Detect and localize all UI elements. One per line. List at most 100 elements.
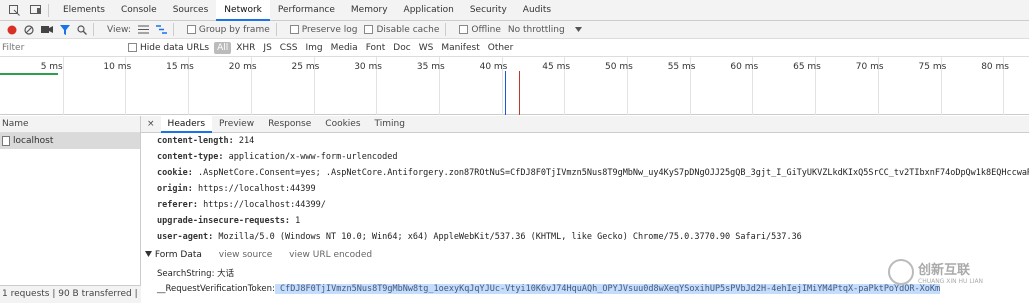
timeline-tick-label: 55 ms bbox=[667, 62, 696, 72]
preserve-log-checkbox[interactable]: Preserve log bbox=[289, 24, 358, 35]
chevron-down-icon bbox=[574, 25, 582, 35]
throttling-select[interactable]: No throttling bbox=[508, 25, 582, 35]
divider bbox=[172, 23, 174, 36]
header-value: .AspNetCore.Consent=yes; .AspNetCore.Ant… bbox=[192, 168, 1029, 178]
filter-type-xhr[interactable]: XHR bbox=[233, 42, 258, 54]
form-field-search: SearchString: 大话 bbox=[157, 267, 234, 279]
view-source-link[interactable]: view source bbox=[219, 250, 272, 260]
timeline-tick-label: 45 ms bbox=[542, 62, 571, 72]
status-bar: 1 requests | 90 B transferred | 38 bbox=[0, 285, 141, 303]
tab-elements[interactable]: Elements bbox=[55, 0, 113, 21]
tab-performance[interactable]: Performance bbox=[270, 0, 343, 21]
tab-audits[interactable]: Audits bbox=[515, 0, 559, 21]
filter-type-manifest[interactable]: Manifest bbox=[438, 42, 482, 54]
filter-type-css[interactable]: CSS bbox=[277, 42, 301, 54]
detail-tab-preview[interactable]: Preview bbox=[212, 116, 261, 133]
detail-tab-response[interactable]: Response bbox=[261, 116, 318, 133]
view-url-encoded-link[interactable]: view URL encoded bbox=[289, 250, 372, 260]
detail-tab-headers[interactable]: Headers bbox=[160, 116, 213, 133]
close-icon[interactable]: × bbox=[141, 119, 161, 129]
header-line: origin: https://localhost:44399 bbox=[157, 184, 316, 194]
tab-memory[interactable]: Memory bbox=[343, 0, 396, 21]
header-value: https://localhost:44399 bbox=[192, 184, 316, 194]
watermark-text: 创新互联 CHUANG XIN HU LIAN bbox=[918, 259, 983, 285]
waterfall-icon[interactable] bbox=[155, 25, 167, 34]
search-icon[interactable] bbox=[77, 24, 87, 35]
checkbox-box[interactable] bbox=[186, 25, 196, 34]
triangle-down-icon bbox=[145, 250, 155, 260]
checkbox-box[interactable] bbox=[459, 25, 469, 34]
filter-type-other[interactable]: Other bbox=[485, 42, 517, 54]
header-line: upgrade-insecure-requests: 1 bbox=[157, 216, 300, 226]
tab-application[interactable]: Application bbox=[396, 0, 462, 21]
filter-type-doc[interactable]: Doc bbox=[390, 42, 413, 54]
filter-input[interactable] bbox=[2, 40, 114, 55]
detail-tab-bar: × Headers Preview Response Cookies Timing bbox=[141, 116, 1029, 133]
filter-type-all[interactable]: All bbox=[214, 41, 232, 54]
divider bbox=[48, 3, 49, 17]
preserve-log-label: Preserve log bbox=[301, 24, 358, 35]
document-icon bbox=[2, 136, 10, 146]
timeline-tick-label: 5 ms bbox=[40, 62, 63, 72]
camera-icon[interactable] bbox=[41, 25, 53, 34]
filter-type-js[interactable]: JS bbox=[260, 42, 274, 54]
form-field-key: __RequestVerificationToken: bbox=[157, 284, 275, 294]
header-line: content-type: application/x-www-form-url… bbox=[157, 152, 398, 162]
detail-tab-timing[interactable]: Timing bbox=[368, 116, 412, 133]
filter-type-img[interactable]: Img bbox=[303, 42, 326, 54]
filter-type-media[interactable]: Media bbox=[328, 42, 361, 54]
view-label: View: bbox=[107, 24, 131, 35]
form-field-token: __RequestVerificationToken: CfDJ8F0TjIVm… bbox=[157, 284, 941, 294]
filter-type-font[interactable]: Font bbox=[363, 42, 389, 54]
header-value: Mozilla/5.0 (Windows NT 10.0; Win64; x64… bbox=[213, 232, 802, 242]
inspect-element-icon[interactable] bbox=[8, 4, 21, 17]
form-data-section-header[interactable]: Form Data view source view URL encoded bbox=[145, 250, 372, 260]
header-key: content-length: bbox=[157, 136, 234, 146]
header-line: referer: https://localhost:44399/ bbox=[157, 200, 326, 210]
timeline-request-bar bbox=[0, 73, 58, 75]
filter-icon[interactable] bbox=[60, 24, 70, 35]
checkbox-box[interactable] bbox=[289, 25, 299, 34]
timeline-tick-label: 65 ms bbox=[793, 62, 821, 72]
timeline-load-marker bbox=[519, 71, 520, 115]
offline-checkbox[interactable]: Offline bbox=[459, 25, 501, 35]
tab-console[interactable]: Console bbox=[113, 0, 165, 21]
header-key: cookie: bbox=[157, 168, 193, 178]
request-name: localhost bbox=[13, 136, 54, 146]
detail-tab-cookies[interactable]: Cookies bbox=[318, 116, 367, 133]
header-line: cookie: .AspNetCore.Consent=yes; .AspNet… bbox=[157, 168, 1029, 178]
request-row[interactable]: localhost bbox=[0, 133, 140, 149]
header-value: application/x-www-form-urlencoded bbox=[223, 152, 398, 162]
name-column-header[interactable]: Name bbox=[0, 116, 140, 133]
checkbox-box[interactable] bbox=[364, 25, 374, 34]
timeline-tick-label: 30 ms bbox=[354, 62, 382, 72]
requests-panel: Name localhost bbox=[0, 116, 141, 303]
filter-type-ws[interactable]: WS bbox=[416, 42, 437, 54]
record-icon[interactable] bbox=[7, 25, 17, 35]
disable-cache-checkbox[interactable]: Disable cache bbox=[364, 25, 439, 35]
tab-network[interactable]: Network bbox=[216, 0, 270, 21]
form-field-value: 大话 bbox=[214, 269, 235, 279]
watermark-small: CHUANG XIN HU LIAN bbox=[918, 278, 984, 285]
checkbox-box[interactable] bbox=[128, 43, 137, 52]
timeline-tick-label: 20 ms bbox=[228, 62, 257, 72]
form-field-key: SearchString: bbox=[157, 269, 215, 279]
tab-security[interactable]: Security bbox=[462, 0, 515, 21]
disable-cache-label: Disable cache bbox=[376, 24, 440, 35]
devtools-tab-bar: Elements Console Sources Network Performance… bbox=[0, 0, 1029, 21]
large-rows-icon[interactable] bbox=[137, 25, 149, 34]
group-by-frame-checkbox[interactable]: Group by frame bbox=[186, 24, 270, 35]
hide-data-urls-checkbox[interactable]: Hide data URLs bbox=[128, 43, 209, 53]
group-by-frame-label: Group by frame bbox=[198, 24, 270, 35]
timeline-overview[interactable]: 5 ms 10 ms 15 ms 20 ms 25 ms 30 ms 35 ms 40 ms 4… bbox=[0, 57, 1029, 131]
tab-list: Elements Console Sources Network Performance… bbox=[55, 0, 559, 21]
tab-sources[interactable]: Sources bbox=[165, 0, 217, 21]
header-key: upgrade-insecure-requests: bbox=[157, 216, 291, 226]
device-toolbar-icon[interactable] bbox=[29, 4, 42, 17]
timeline-tick-label: 10 ms bbox=[103, 62, 132, 72]
clear-icon[interactable] bbox=[24, 24, 34, 35]
timeline-tick-label: 15 ms bbox=[166, 62, 194, 72]
form-field-value-selected[interactable]: CfDJ8F0TjIVmzn5Nus8T9gMbNw8tg_1oexyKqJqY… bbox=[274, 284, 941, 294]
timeline-tick-label: 25 ms bbox=[291, 62, 320, 72]
timeline-tick-label: 60 ms bbox=[730, 62, 759, 72]
